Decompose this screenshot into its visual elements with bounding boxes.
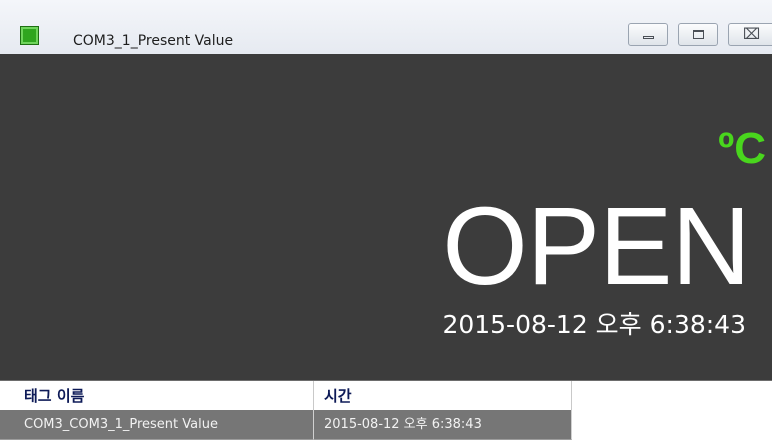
app-icon (20, 26, 39, 45)
unit-label: ºC (718, 124, 766, 173)
column-header-filler (572, 381, 772, 411)
maximize-icon (693, 30, 704, 39)
present-value: OPEN (442, 185, 751, 308)
table-header: 태그 이름 시간 (0, 380, 772, 411)
table-row[interactable]: COM3_COM3_1_Present Value 2015-08-12 오후 … (0, 410, 772, 440)
minimize-button[interactable] (628, 23, 668, 46)
row-time[interactable]: 2015-08-12 오후 6:38:43 (314, 410, 572, 440)
title-bar[interactable]: COM3_1_Present Value ⌧ (0, 0, 772, 54)
tag-table: 태그 이름 시간 COM3_COM3_1_Present Value 2015-… (0, 380, 772, 445)
value-display-panel: ºC OPEN 2015-08-12 오후 6:38:43 (0, 54, 772, 380)
close-button[interactable]: ⌧ (728, 23, 772, 46)
window-title: COM3_1_Present Value (73, 33, 234, 49)
column-header-time[interactable]: 시간 (314, 381, 572, 411)
value-monitor-window: COM3_1_Present Value ⌧ ºC OPEN 2015-08-1… (0, 0, 772, 445)
row-filler (572, 410, 772, 440)
value-timestamp: 2015-08-12 오후 6:38:43 (442, 310, 746, 339)
column-header-tag-name[interactable]: 태그 이름 (0, 381, 314, 411)
maximize-button[interactable] (678, 23, 718, 46)
close-icon: ⌧ (743, 25, 761, 43)
minimize-icon (643, 36, 654, 39)
row-tag-name[interactable]: COM3_COM3_1_Present Value (0, 410, 314, 440)
